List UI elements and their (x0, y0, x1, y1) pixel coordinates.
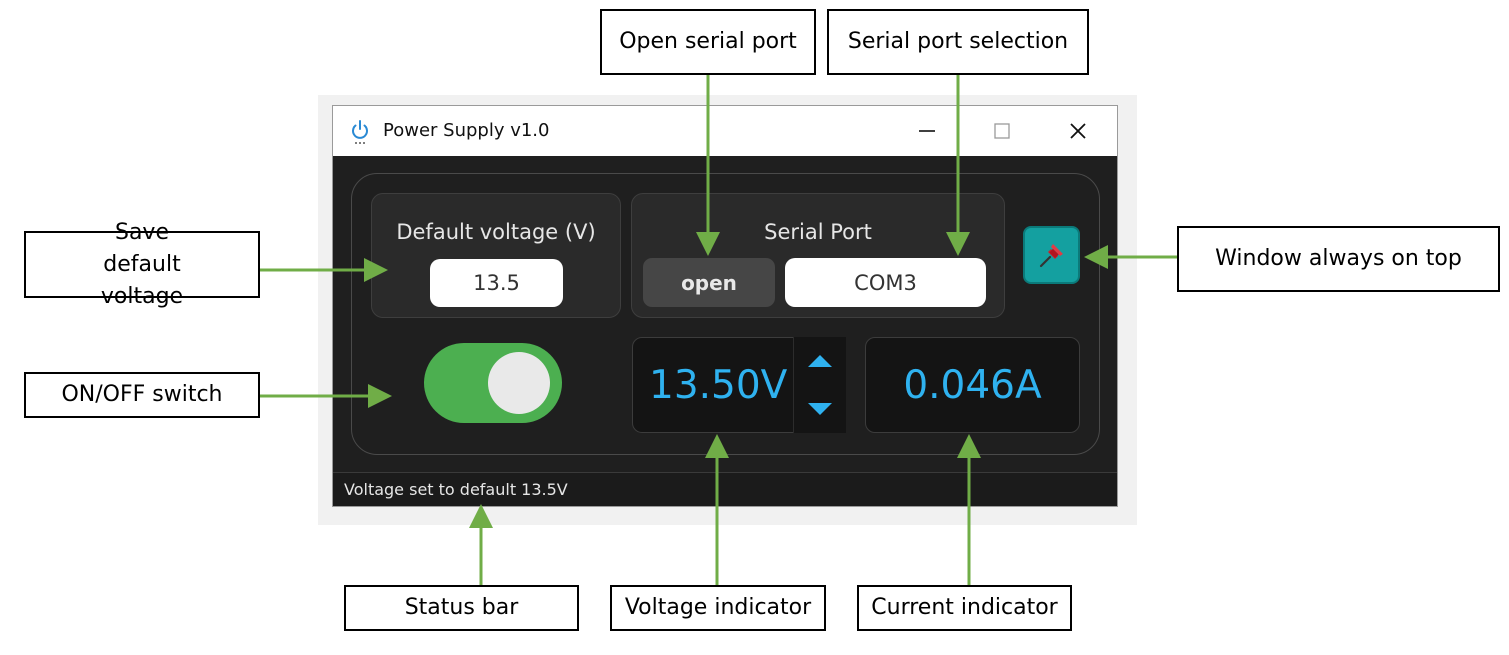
callout-text: Status bar (404, 595, 519, 620)
serial-port-select[interactable]: COM3 (785, 258, 986, 307)
callout-status-bar: Status bar (344, 585, 579, 631)
callout-on-off-switch: ON/OFF switch (24, 372, 260, 418)
callout-text: Current indicator (871, 595, 1058, 620)
status-text: Voltage set to default 13.5V (344, 480, 568, 499)
voltage-down-button[interactable] (794, 385, 846, 433)
always-on-top-button[interactable] (1023, 226, 1080, 284)
close-button[interactable] (1041, 106, 1115, 156)
window-title: Power Supply v1.0 (383, 120, 550, 141)
callout-save-default-voltage: Save default voltage (24, 220, 260, 309)
title-bar[interactable]: Power Supply v1.0 (333, 106, 1117, 156)
pushpin-icon (1039, 244, 1063, 268)
maximize-button[interactable] (965, 106, 1039, 156)
minimize-icon (919, 130, 935, 132)
callout-text: ON/OFF switch (61, 382, 223, 407)
callout-current-indicator: Current indicator (857, 585, 1072, 631)
callout-text: Voltage indicator (624, 595, 812, 620)
default-voltage-label: Default voltage (V) (396, 220, 596, 244)
callout-serial-port-selection: Serial port selection (827, 9, 1089, 75)
callout-text: Open serial port (619, 29, 797, 54)
callout-text: Window always on top (1215, 246, 1462, 271)
current-display: 0.046A (865, 337, 1080, 433)
maximize-icon (994, 123, 1010, 139)
serial-port-label: Serial Port (764, 220, 872, 244)
minimize-button[interactable] (890, 106, 964, 156)
voltage-value: 13.50V (649, 362, 788, 408)
app-window: Power Supply v1.0 Default voltage (V) 13… (332, 105, 1118, 507)
close-icon (1070, 123, 1086, 139)
callout-voltage-indicator: Voltage indicator (610, 585, 826, 631)
default-voltage-input[interactable]: 13.5 (430, 259, 563, 307)
arrow-down-icon (808, 403, 832, 415)
power-icon (352, 120, 368, 144)
callout-text: Save default voltage (100, 219, 184, 309)
voltage-spinner (793, 337, 846, 433)
arrow-up-icon (808, 355, 832, 367)
open-serial-port-button[interactable]: open (643, 258, 775, 307)
power-toggle-switch[interactable] (424, 343, 562, 423)
callout-open-serial-port: Open serial port (600, 9, 816, 75)
callout-text: Serial port selection (847, 29, 1069, 54)
switch-knob (488, 352, 550, 414)
callout-window-always-on-top: Window always on top (1177, 226, 1500, 292)
default-voltage-group: Default voltage (V) 13.5 (371, 193, 621, 318)
serial-port-group: Serial Port open COM3 (631, 193, 1005, 318)
current-value: 0.046A (903, 362, 1042, 408)
status-bar: Voltage set to default 13.5V (333, 472, 1117, 506)
voltage-up-button[interactable] (794, 337, 846, 385)
